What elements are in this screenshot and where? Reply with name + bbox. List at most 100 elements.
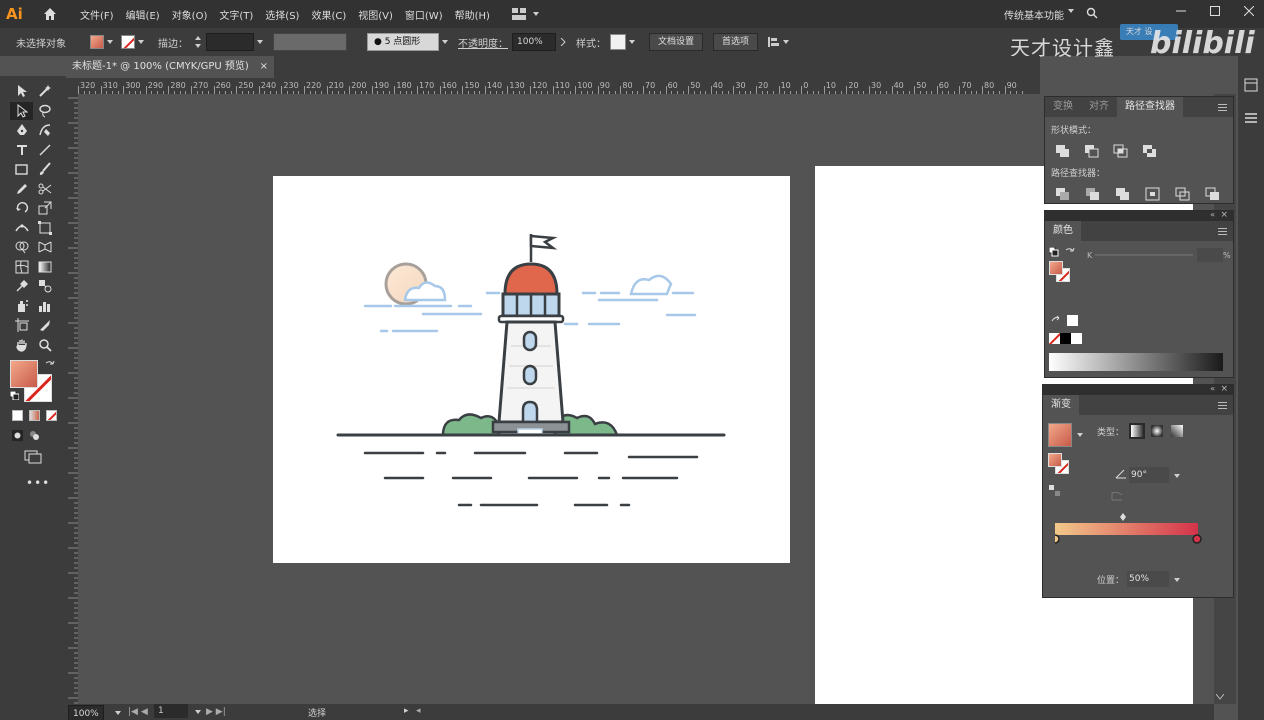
swap-colors-icon[interactable]: [45, 360, 55, 370]
stepper-icon[interactable]: [194, 35, 202, 49]
panel-grip[interactable]: « ×: [1045, 210, 1233, 221]
chevron-down-icon[interactable]: [115, 711, 121, 715]
menu-select[interactable]: 选择(S): [259, 7, 305, 22]
tab-align[interactable]: 对齐: [1081, 97, 1117, 117]
tab-color[interactable]: 颜色: [1045, 221, 1081, 241]
eyedropper-tool[interactable]: [10, 277, 33, 296]
exclude-icon[interactable]: [1142, 144, 1158, 158]
brush-definition[interactable]: ● 5 点圆形: [367, 33, 439, 51]
menu-window[interactable]: 窗口(W): [399, 7, 449, 22]
web-safe-white-swatch[interactable]: [1067, 315, 1078, 326]
swap-colors-icon[interactable]: [1065, 247, 1075, 257]
chevron-down-icon[interactable]: [629, 40, 635, 44]
slice-tool[interactable]: [33, 316, 56, 335]
chevron-right-icon[interactable]: [560, 38, 566, 46]
chevron-down-icon[interactable]: [1068, 9, 1074, 13]
variable-width-profile[interactable]: [273, 33, 347, 51]
selection-tool[interactable]: [10, 82, 33, 101]
direct-selection-tool[interactable]: [10, 101, 33, 120]
type-tool[interactable]: [10, 141, 33, 160]
paintbrush-tool[interactable]: [33, 160, 56, 179]
menu-file[interactable]: 文件(F): [74, 7, 120, 22]
menu-view[interactable]: 视图(V): [352, 7, 399, 22]
default-colors-icon[interactable]: [1049, 247, 1059, 257]
artboard-tool[interactable]: [10, 316, 33, 335]
black-swatch[interactable]: [1060, 333, 1071, 344]
chevron-down-icon[interactable]: [138, 40, 144, 44]
next-artboard-icon[interactable]: ▶ ▶|: [206, 707, 226, 717]
menu-edit[interactable]: 编辑(E): [120, 7, 166, 22]
search-icon[interactable]: [1086, 7, 1098, 19]
outline-icon[interactable]: [1175, 187, 1191, 201]
intersect-icon[interactable]: [1113, 144, 1129, 158]
mesh-tool[interactable]: [10, 258, 33, 277]
rectangle-tool[interactable]: [10, 160, 33, 179]
chevron-down-icon[interactable]: [257, 40, 263, 44]
curvature-tool[interactable]: [33, 121, 56, 140]
draw-normal-icon[interactable]: [12, 430, 23, 441]
chevron-down-icon[interactable]: [442, 40, 448, 44]
panel-grip[interactable]: « ×: [1043, 384, 1233, 395]
tab-transform[interactable]: 变换: [1045, 97, 1081, 117]
gradient-tool[interactable]: [33, 258, 56, 277]
default-colors-icon[interactable]: [10, 391, 19, 400]
gradient-fill-swatch[interactable]: [1048, 453, 1062, 467]
minus-front-icon[interactable]: [1084, 144, 1100, 158]
line-segment-tool[interactable]: [33, 141, 56, 160]
document-tab[interactable]: 未标题-1* @ 100% (CMYK/GPU 预览) ×: [66, 56, 274, 78]
column-graph-tool[interactable]: [33, 297, 56, 316]
panel-menu-icon[interactable]: [1218, 401, 1227, 409]
status-menu-arrow-icon[interactable]: ▸: [404, 706, 409, 716]
k-slider-track[interactable]: [1095, 254, 1193, 256]
opacity-field[interactable]: 100%: [512, 33, 556, 51]
fill-color-box[interactable]: [10, 360, 38, 388]
rotate-tool[interactable]: [10, 199, 33, 218]
menu-effect[interactable]: 效果(C): [305, 7, 352, 22]
color-mode-button[interactable]: [12, 410, 23, 421]
shape-builder-tool[interactable]: [10, 238, 33, 257]
collapse-icon[interactable]: «: [1210, 210, 1215, 219]
gradient-stop-end[interactable]: [1192, 534, 1202, 544]
divide-icon[interactable]: [1055, 187, 1071, 201]
scroll-left-icon[interactable]: ◂: [416, 706, 421, 716]
tab-gradient[interactable]: 渐变: [1043, 395, 1079, 415]
width-tool[interactable]: [10, 219, 33, 238]
close-icon[interactable]: [1244, 6, 1254, 16]
fill-swatch[interactable]: [90, 35, 104, 49]
maximize-icon[interactable]: [1210, 6, 1220, 16]
none-swatch[interactable]: [1049, 333, 1060, 344]
preferences-button[interactable]: 首选项: [713, 33, 759, 51]
stroke-weight-field[interactable]: [206, 33, 254, 51]
linear-gradient-icon[interactable]: [1129, 423, 1145, 439]
perspective-grid-tool[interactable]: [33, 238, 56, 257]
white-swatch[interactable]: [1071, 333, 1082, 344]
blend-tool[interactable]: [33, 277, 56, 296]
symbol-sprayer-tool[interactable]: [10, 297, 33, 316]
crop-icon[interactable]: [1145, 187, 1161, 201]
arrange-documents-button[interactable]: [511, 8, 539, 20]
position-field[interactable]: 50%: [1127, 571, 1169, 587]
angle-field[interactable]: 90°: [1129, 467, 1169, 483]
menu-type[interactable]: 文字(T): [213, 7, 259, 22]
k-value-field[interactable]: [1197, 248, 1223, 262]
panel-fill-swatch[interactable]: [1049, 261, 1063, 275]
scroll-down-icon[interactable]: [1216, 694, 1224, 700]
minus-back-icon[interactable]: [1205, 187, 1221, 201]
unite-icon[interactable]: [1055, 144, 1071, 158]
shaper-tool[interactable]: [10, 180, 33, 199]
layers-panel-icon[interactable]: [1244, 78, 1258, 92]
close-panel-icon[interactable]: ×: [1220, 210, 1228, 220]
chevron-down-icon[interactable]: [1174, 578, 1180, 582]
pen-tool[interactable]: [10, 121, 33, 140]
chevron-down-icon[interactable]: [195, 710, 201, 714]
more-tools-icon[interactable]: •••: [26, 476, 50, 490]
hamburger-menu-icon[interactable]: [1244, 112, 1258, 124]
color-spectrum-bar[interactable]: [1049, 353, 1223, 371]
scale-tool[interactable]: [33, 199, 56, 218]
menu-object[interactable]: 对象(O): [166, 7, 214, 22]
panel-menu-icon[interactable]: [1218, 227, 1227, 235]
hand-tool[interactable]: [10, 336, 33, 355]
gradient-slider[interactable]: [1055, 513, 1205, 545]
chevron-down-icon[interactable]: [1077, 433, 1083, 437]
artboard-number-field[interactable]: 1: [154, 704, 188, 718]
